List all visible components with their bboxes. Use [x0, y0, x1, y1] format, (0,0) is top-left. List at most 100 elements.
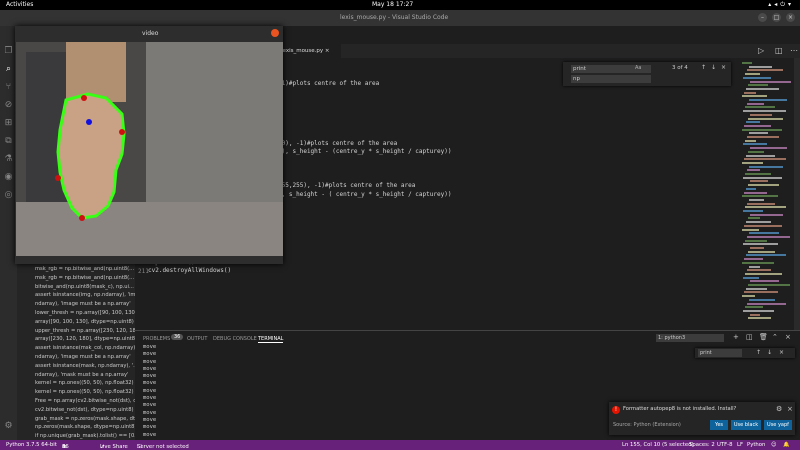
- indentation[interactable]: Spaces: 2: [689, 442, 715, 448]
- cursor-position[interactable]: Ln 155, Col 10 (5 selected): [622, 442, 694, 448]
- formatter-notification: ! Formatter autopep8 is not installed. I…: [609, 402, 795, 435]
- minimap-line: [750, 180, 768, 183]
- tab-terminal[interactable]: TERMINAL: [258, 336, 284, 343]
- search-result-line[interactable]: msk_rgb = np.bitwise_and(np.uint8(...: [35, 275, 135, 281]
- debug-icon[interactable]: ⊘: [3, 100, 14, 111]
- trash-icon[interactable]: 🗑: [759, 333, 768, 341]
- search-result-line[interactable]: ndarray), 'image must be a np.array': [35, 301, 135, 307]
- contour-point: [81, 95, 87, 101]
- explorer-icon[interactable]: ❐: [3, 46, 14, 57]
- remote-icon[interactable]: ⧉: [3, 136, 14, 147]
- search-result-line[interactable]: assert isinstance(mask, np.ndarray), '..…: [35, 363, 135, 369]
- minimap-line: [747, 136, 779, 138]
- minimap-line: [750, 280, 779, 283]
- search-result-line[interactable]: kernel = np.ones((50, 50), np.float32) .…: [35, 380, 135, 386]
- minimap-line: [750, 113, 772, 116]
- search-result-line[interactable]: assert isinstance(img, np.ndarray), 'im.…: [35, 292, 135, 298]
- language-mode[interactable]: Python: [747, 442, 765, 448]
- search-result-line[interactable]: if np.unique(grab_mask).tolist() == [0..…: [35, 433, 135, 439]
- previous-match-icon[interactable]: ↑: [756, 349, 761, 356]
- terminal-output[interactable]: move move move move move move move move move move…: [143, 344, 156, 439]
- minimap-line: [743, 276, 759, 279]
- search-result-line[interactable]: cv2.bitwise_not(dst), dtype=np.uint8): [35, 407, 135, 413]
- use-yapf-button[interactable]: Use yapf: [764, 420, 792, 430]
- minimap-line: [744, 191, 767, 194]
- new-terminal-icon[interactable]: +: [733, 333, 739, 341]
- settings-gear-icon[interactable]: ⚙: [3, 421, 14, 432]
- minimap-line: [743, 309, 774, 312]
- yes-button[interactable]: Yes: [710, 420, 728, 430]
- python-interpreter[interactable]: Python 3.7.5 64-bit: [6, 442, 57, 448]
- tab-close-icon[interactable]: ×: [325, 48, 330, 54]
- system-tray[interactable]: ▴◂⏻▾: [768, 1, 794, 9]
- close-find-icon[interactable]: ×: [779, 349, 784, 356]
- search-result-line[interactable]: array([90, 100, 130], dtype=np.uint8): [35, 319, 135, 325]
- notifications-icon[interactable]: 🔔: [783, 442, 790, 448]
- testing-icon[interactable]: ⚗: [3, 154, 14, 165]
- maximize-panel-icon[interactable]: ⌃: [772, 333, 778, 341]
- feedback-icon[interactable]: ☺: [771, 442, 777, 448]
- search-result-line[interactable]: bitwise_and(np.uint8(mask_c), np.ui...: [35, 284, 135, 290]
- close-icon[interactable]: ×: [787, 405, 793, 413]
- close-find-icon[interactable]: ×: [721, 64, 726, 71]
- system-top-bar: Activities May 18 17:27 ▴◂⏻▾: [0, 0, 800, 10]
- terminal-find-input[interactable]: print: [698, 349, 742, 357]
- split-terminal-icon[interactable]: ◫: [746, 333, 753, 341]
- next-match-icon[interactable]: ↓: [711, 64, 716, 71]
- clock[interactable]: May 18 17:27: [372, 1, 413, 8]
- search-result-line[interactable]: lower_thresh = np.array([90, 100, 130]..…: [35, 310, 135, 316]
- terminal-line: move: [143, 387, 157, 394]
- run-icon[interactable]: ▷: [758, 46, 764, 55]
- search-result-line[interactable]: upper_thresh = np.array([230, 120, 18...: [35, 328, 135, 334]
- replace-input[interactable]: np: [571, 75, 651, 83]
- terminal-line: move: [143, 344, 157, 350]
- encoding[interactable]: UTF-8: [717, 442, 732, 448]
- gear-icon[interactable]: ⚙: [776, 405, 782, 413]
- minimap-line: [749, 132, 768, 135]
- tab-problems[interactable]: PROBLEMS: [143, 336, 170, 342]
- search-result-line[interactable]: Free = np.array(cv2.bitwise_not(dst), d.…: [35, 398, 135, 404]
- previous-match-icon[interactable]: ↑: [701, 64, 706, 71]
- minimap-line: [744, 258, 763, 261]
- extensions-icon[interactable]: ⊞: [3, 118, 14, 129]
- tab-lexis-mouse[interactable]: lexis_mouse.py ×: [275, 44, 341, 58]
- search-icon[interactable]: ⌕: [3, 64, 14, 75]
- minimap-line: [750, 147, 787, 150]
- search-result-line[interactable]: assert isinstance(msk_col, np.ndarray),.…: [35, 345, 135, 351]
- search-result-line[interactable]: grab_mask = np.zeros(mask.shape, dt...: [35, 416, 135, 422]
- tab-debug-console[interactable]: DEBUG CONSOLE: [213, 336, 257, 342]
- maximize-button[interactable]: □: [772, 13, 781, 22]
- terminal-select[interactable]: 1: python3: [656, 334, 724, 342]
- minimap-line: [746, 221, 771, 224]
- search-result-line[interactable]: msk_rgb = np.bitwise_and(np.uint8(...: [35, 266, 135, 272]
- source-control-icon[interactable]: ⑂: [3, 82, 14, 93]
- terminal-line: move: [143, 402, 157, 409]
- match-case-icon[interactable]: Aa: [635, 65, 641, 71]
- tab-output[interactable]: OUTPUT: [187, 336, 207, 342]
- spotify-icon[interactable]: ◎: [3, 190, 14, 201]
- minimize-button[interactable]: –: [758, 13, 767, 22]
- search-result-line[interactable]: np.zeros(mask.shape, dtype=np.uint8): [35, 424, 135, 430]
- search-result-line[interactable]: ndarray), 'mask must be a np.array': [35, 372, 135, 378]
- minimap-line: [742, 261, 774, 264]
- minimap-line: [749, 165, 783, 168]
- search-result-line[interactable]: ndarray), 'image must be a np.array': [35, 354, 135, 360]
- use-black-button[interactable]: Use black: [731, 420, 761, 430]
- editor-scrollbar[interactable]: [794, 58, 800, 330]
- search-result-line[interactable]: kernel = np.ones((50, 50), np.float32) .…: [35, 389, 135, 395]
- close-panel-icon[interactable]: ×: [785, 333, 791, 341]
- more-actions-icon[interactable]: ⋯: [790, 46, 798, 55]
- split-editor-icon[interactable]: ◫: [775, 46, 783, 55]
- minimap-line: [745, 272, 782, 275]
- terminal-line: move: [143, 424, 157, 431]
- minimap-line: [747, 269, 771, 272]
- next-match-icon[interactable]: ↓: [767, 349, 772, 356]
- minimap-line: [747, 169, 760, 172]
- minimap-line: [746, 187, 756, 190]
- close-button[interactable]: ×: [786, 13, 795, 22]
- accounts-icon[interactable]: ◉: [3, 172, 14, 183]
- video-close-button[interactable]: [271, 29, 279, 37]
- search-result-line[interactable]: array([230, 120, 180], dtype=np.uint8): [35, 336, 135, 342]
- end-of-line[interactable]: LF: [737, 442, 743, 448]
- activities-button[interactable]: Activities: [6, 1, 33, 8]
